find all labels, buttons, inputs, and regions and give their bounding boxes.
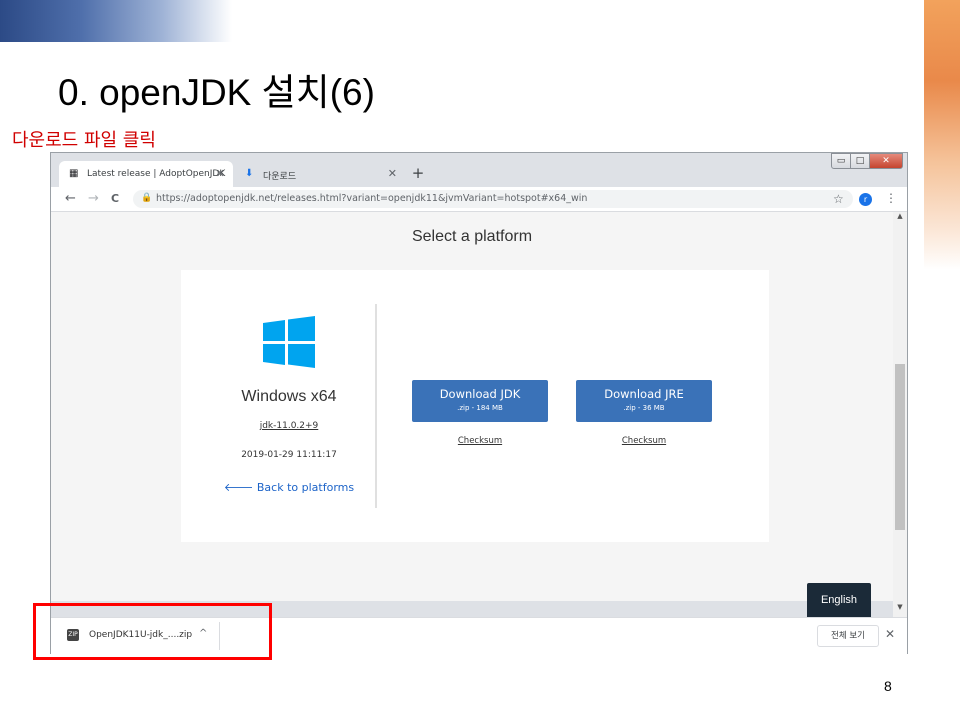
grid-icon: ▦ (69, 168, 79, 179)
release-card: Windows x64 jdk-11.0.2+9 2019-01-29 11:1… (181, 270, 769, 542)
menu-icon[interactable]: ⋮ (885, 191, 897, 205)
minimize-button[interactable]: ▭ (831, 153, 851, 169)
page-number: 8 (884, 678, 892, 694)
tab-bar: ▦ Latest release | AdoptOpenJDK ✕ ⬇ 다운로드… (51, 153, 907, 187)
back-arrow-icon[interactable]: ← (65, 191, 76, 206)
platform-name: Windows x64 (241, 388, 337, 405)
show-all-button[interactable]: 전체 보기 (817, 625, 879, 647)
browser-window: ▦ Latest release | AdoptOpenJDK ✕ ⬇ 다운로드… (50, 152, 908, 654)
profile-avatar[interactable]: r (859, 193, 872, 206)
forward-arrow-icon[interactable]: → (88, 191, 99, 206)
version-link[interactable]: jdk-11.0.2+9 (201, 421, 377, 431)
header-decoration (0, 0, 232, 42)
highlight-box (33, 603, 272, 660)
slide-title: 0. openJDK 설치(6) (58, 72, 375, 113)
reload-icon[interactable]: C (111, 192, 119, 205)
close-icon[interactable]: ✕ (388, 167, 397, 180)
window-close-button[interactable]: ✕ (869, 153, 903, 169)
new-tab-button[interactable]: + (409, 164, 427, 182)
address-bar[interactable]: 🔒 https://adoptopenjdk.net/releases.html… (133, 190, 853, 208)
button-label: Download JRE (604, 387, 684, 401)
vertical-scrollbar[interactable]: ▲ ▼ (893, 212, 907, 617)
jre-checksum-link[interactable]: Checksum (576, 436, 712, 446)
page-viewport: Select a platform Windows x64 jdk-11.0.2… (51, 212, 893, 601)
scroll-up-icon[interactable]: ▲ (893, 212, 907, 224)
browser-toolbar: ← → C 🔒 https://adoptopenjdk.net/release… (51, 187, 907, 212)
button-label: Download JDK (439, 387, 521, 401)
windows-logo-icon (263, 316, 315, 368)
back-link-label: Back to platforms (256, 481, 355, 494)
arrow-left-icon: 🡐 (223, 481, 257, 494)
page-heading: Select a platform (411, 228, 533, 245)
tab-downloads[interactable]: ⬇ 다운로드 ✕ (235, 161, 405, 187)
download-jre-button[interactable]: Download JRE .zip - 36 MB (576, 380, 712, 422)
lock-icon: 🔒 (141, 193, 153, 203)
tab-label: 다운로드 (263, 172, 297, 182)
close-icon[interactable]: ✕ (885, 627, 895, 641)
tab-label: Latest release | AdoptOpenJDK (87, 169, 226, 179)
maximize-button[interactable]: □ (850, 153, 870, 169)
download-icon: ⬇ (245, 168, 254, 179)
divider (375, 304, 377, 508)
scroll-down-icon[interactable]: ▼ (893, 603, 907, 615)
file-size: .zip - 184 MB (457, 404, 503, 412)
back-to-platforms-link[interactable]: 🡐 Back to platforms (201, 480, 377, 494)
file-size: .zip - 36 MB (623, 404, 665, 412)
jdk-checksum-link[interactable]: Checksum (412, 436, 548, 446)
download-jdk-button[interactable]: Download JDK .zip - 184 MB (412, 380, 548, 422)
scroll-thumb[interactable] (895, 364, 905, 530)
side-decoration (924, 0, 960, 270)
close-icon[interactable]: ✕ (216, 167, 225, 180)
release-date: 2019-01-29 11:11:17 (241, 450, 337, 460)
language-button[interactable]: English (807, 583, 871, 617)
slide-caption: 다운로드 파일 클릭 (12, 130, 156, 151)
tab-latest-release[interactable]: ▦ Latest release | AdoptOpenJDK ✕ (59, 161, 233, 187)
bookmark-star-icon[interactable]: ☆ (833, 192, 844, 206)
url-text: https://adoptopenjdk.net/releases.html?v… (156, 193, 588, 204)
